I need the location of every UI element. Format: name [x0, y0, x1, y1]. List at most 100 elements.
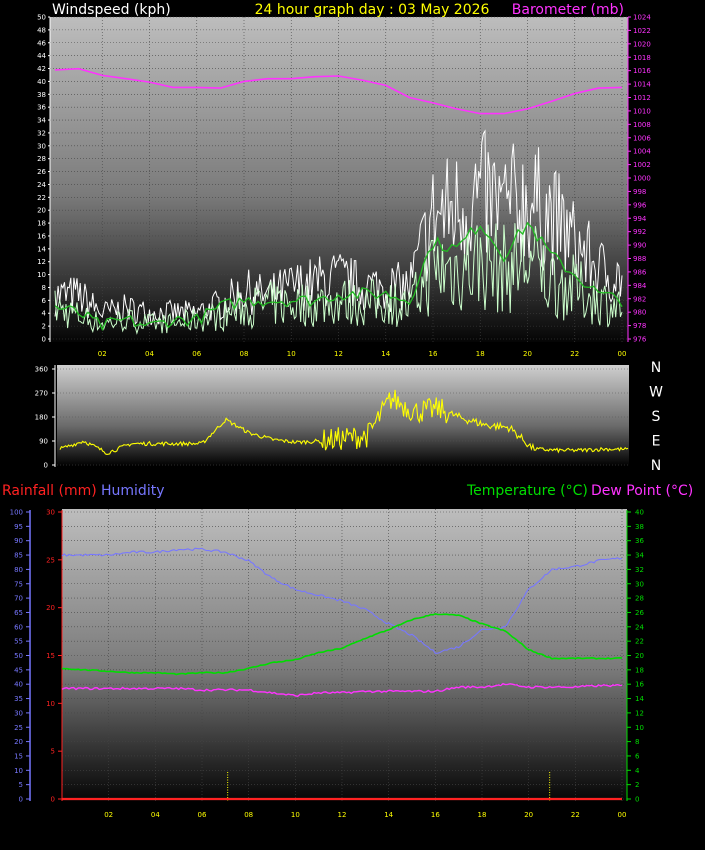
temp-x-tick: 16: [431, 811, 440, 819]
wind-x-tick: 16: [429, 350, 438, 358]
temp-x-tick: 08: [244, 811, 253, 819]
temp-x-axis-ticks: 02 04 06 08 10 12 14 16 18 20 22 00: [104, 811, 626, 819]
rainfall-axis-label: Rainfall (mm): [2, 483, 97, 499]
barometer-y-tick: 1012: [633, 94, 651, 102]
wind-x-axis-ticks: 02 04 06 08 10 12 14 16 18 20 22 00: [98, 350, 627, 358]
rainfall-y-tick: 15: [46, 652, 55, 660]
temp-x-tick: 20: [524, 811, 533, 819]
rainfall-y-tick: 0: [51, 796, 55, 804]
wind-y-tick: 10: [37, 271, 46, 279]
wind-y-tick: 24: [37, 181, 46, 189]
wind-x-tick: 14: [381, 350, 390, 358]
barometer-y-tick: 1006: [633, 134, 651, 142]
graph-title: 24 hour graph day : 03 May 2026: [255, 2, 490, 18]
rainfall-y-tick: 20: [46, 604, 55, 612]
temperature-y-tick: 18: [635, 666, 644, 674]
humidity-y-tick: 60: [14, 623, 23, 631]
direction-y-tick: 180: [35, 414, 48, 422]
wind-y-tick: 2: [42, 323, 46, 331]
temperature-y-tick: 6: [635, 752, 640, 760]
wind-y-tick: 28: [37, 155, 46, 163]
temperature-y-tick: 40: [635, 509, 644, 517]
humidity-y-tick: 95: [14, 523, 23, 531]
compass-label: W: [649, 385, 663, 401]
barometer-y-tick: 990: [633, 242, 646, 250]
wind-y-tick: 48: [37, 26, 46, 34]
wind-x-tick: 22: [570, 350, 579, 358]
barometer-y-tick: 988: [633, 255, 646, 263]
humidity-y-tick: 50: [14, 652, 23, 660]
compass-labels: NWSEN: [649, 360, 663, 474]
humidity-y-tick: 75: [14, 580, 23, 588]
humidity-y-tick: 15: [14, 752, 23, 760]
wind-y-tick: 8: [42, 284, 46, 292]
temp-x-tick: 04: [151, 811, 160, 819]
temp-x-tick: 18: [478, 811, 487, 819]
wind-y-tick: 34: [37, 117, 46, 125]
temp-humidity-panel: 0510152025303540455055606570758085909510…: [2, 483, 693, 819]
temperature-y-tick: 4: [635, 767, 640, 775]
temperature-y-axis-ticks: 0246810121416182022242628303234363840: [627, 509, 644, 804]
wind-x-tick: 08: [240, 350, 249, 358]
wind-y-axis-ticks: 0246810121416182022242628303234363840424…: [37, 14, 50, 344]
temperature-y-tick: 38: [635, 523, 644, 531]
humidity-y-tick: 55: [14, 638, 23, 646]
rainfall-y-tick: 30: [46, 509, 55, 517]
humidity-y-tick: 25: [14, 724, 23, 732]
dewpoint-axis-label: Dew Point (°C): [591, 483, 693, 499]
barometer-y-tick: 1024: [633, 14, 651, 22]
temperature-y-tick: 0: [635, 796, 639, 804]
compass-label: N: [651, 360, 661, 376]
wind-x-tick: 12: [334, 350, 343, 358]
wind-x-tick: 02: [98, 350, 107, 358]
humidity-y-tick: 85: [14, 552, 23, 560]
barometer-y-tick: 992: [633, 228, 646, 236]
humidity-y-tick: 80: [14, 566, 23, 574]
temp-x-tick: 06: [198, 811, 207, 819]
wind-y-tick: 38: [37, 91, 46, 99]
compass-label: S: [652, 409, 661, 425]
direction-y-tick: 360: [35, 366, 48, 374]
temp-x-tick: 10: [291, 811, 300, 819]
barometer-y-tick: 1020: [633, 40, 651, 48]
humidity-y-tick: 0: [19, 796, 23, 804]
barometer-y-tick: 1004: [633, 148, 651, 156]
wind-y-tick: 20: [37, 207, 46, 215]
direction-y-tick: 90: [39, 438, 48, 446]
wind-y-tick: 4: [42, 310, 47, 318]
wind-plot-area: [50, 17, 628, 342]
wind-y-tick: 22: [37, 194, 46, 202]
humidity-axis-label: Humidity: [101, 483, 164, 499]
wind-y-tick: 16: [37, 232, 46, 240]
temp-x-tick: 02: [104, 811, 113, 819]
rainfall-y-tick: 10: [46, 700, 55, 708]
humidity-y-tick: 90: [14, 537, 23, 545]
rainfall-y-axis-ticks: 0 5 10 15 20 25 30: [46, 509, 62, 804]
barometer-y-tick: 1002: [633, 161, 651, 169]
barometer-y-tick: 1022: [633, 27, 651, 35]
wind-y-tick: 26: [37, 168, 46, 176]
barometer-y-axis-ticks: 976 978 980 982 984 986 988 990 992 994 996 998 1000…: [628, 14, 651, 344]
temperature-y-tick: 10: [635, 724, 644, 732]
wind-x-tick: 18: [476, 350, 485, 358]
temperature-y-tick: 16: [635, 681, 644, 689]
wind-y-tick: 12: [37, 258, 46, 266]
direction-y-axis-ticks: 0 90 180 270 360: [35, 366, 55, 470]
temperature-y-tick: 32: [635, 566, 644, 574]
humidity-y-tick: 30: [14, 709, 23, 717]
humidity-y-axis-ticks: 0 5 10 15 20 25 30 35 40 45 50 55 60 65 70 75 80 85 90 95 10…: [10, 509, 30, 804]
barometer-y-tick: 1018: [633, 54, 651, 62]
windspeed-axis-label: Windspeed (kph): [52, 2, 171, 18]
temperature-y-tick: 12: [635, 709, 644, 717]
barometer-y-tick: 1008: [633, 121, 651, 129]
humidity-y-tick: 35: [14, 695, 23, 703]
wind-direction-panel: 090180270360 NWSEN: [35, 360, 663, 474]
wind-x-tick: 06: [192, 350, 201, 358]
barometer-y-tick: 980: [633, 309, 646, 317]
humidity-y-tick: 70: [14, 595, 23, 603]
temperature-y-tick: 22: [635, 638, 644, 646]
temperature-y-tick: 28: [635, 595, 644, 603]
wind-x-tick: 00: [618, 350, 627, 358]
barometer-y-tick: 1016: [633, 67, 651, 75]
temperature-y-tick: 36: [635, 537, 644, 545]
